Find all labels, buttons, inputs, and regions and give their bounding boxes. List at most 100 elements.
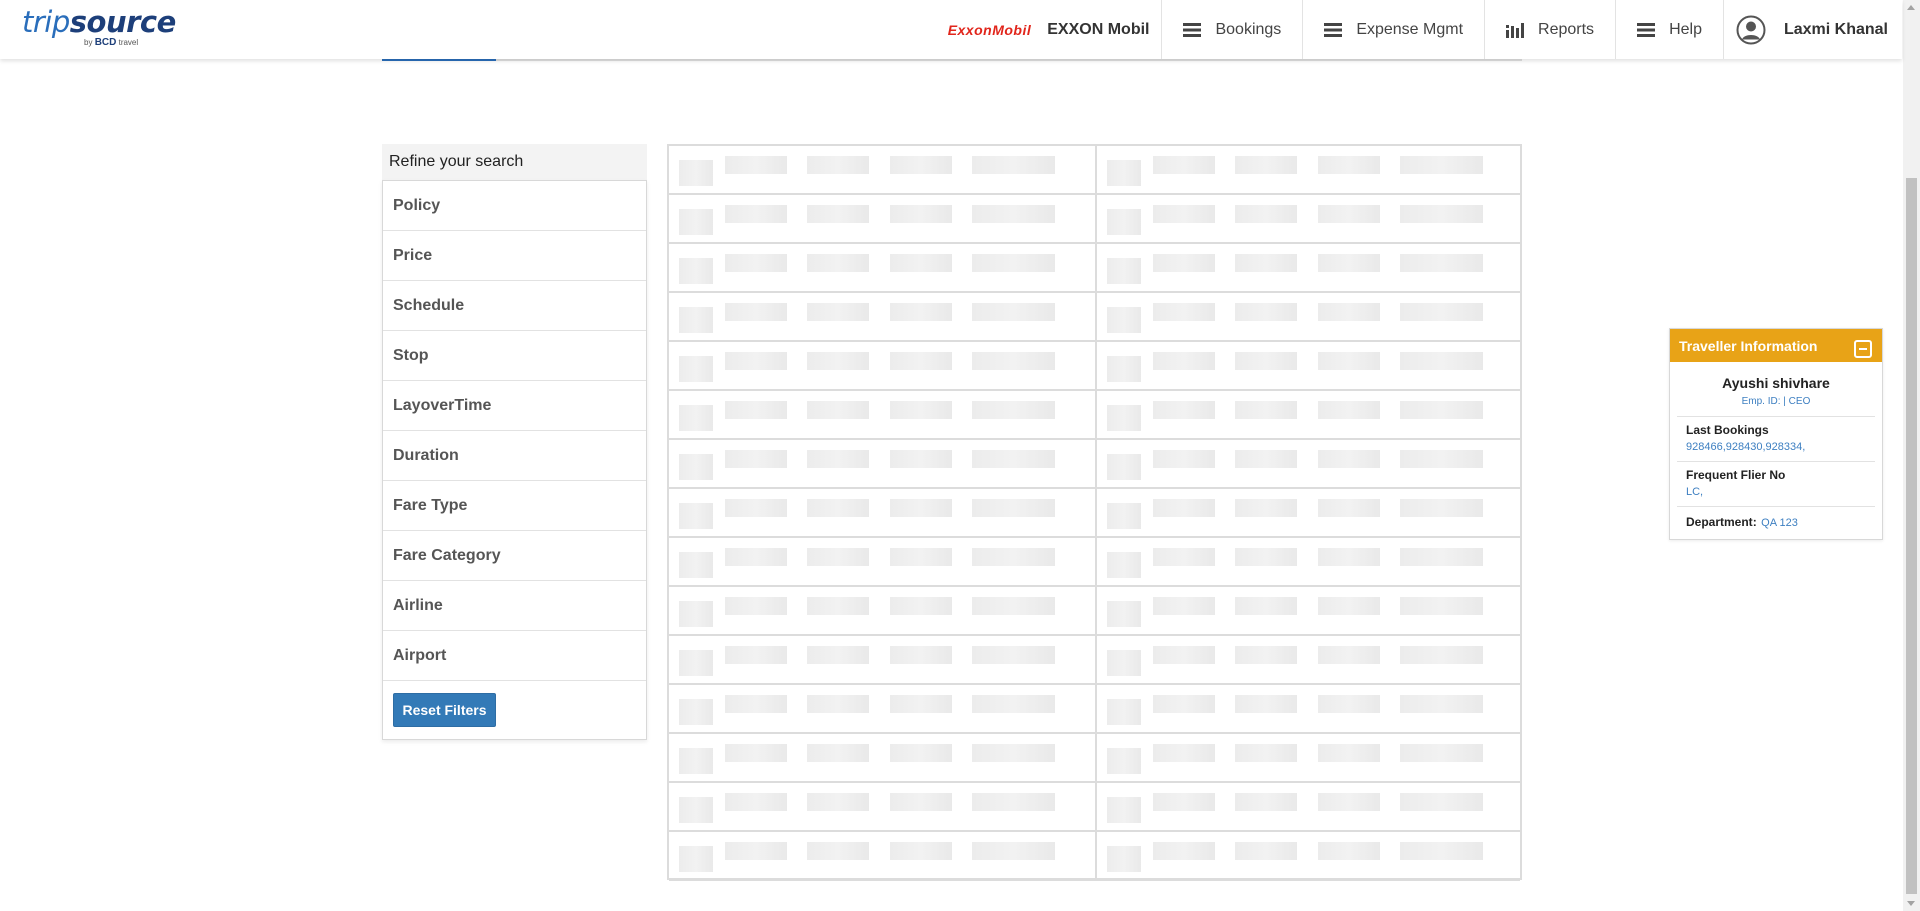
- skeleton-placeholder: [1318, 401, 1380, 419]
- scroll-up-arrow-icon[interactable]: [1907, 5, 1915, 10]
- filter-stop[interactable]: Stop: [383, 331, 646, 381]
- skeleton-placeholder: [725, 352, 787, 370]
- skeleton-placeholder: [1153, 793, 1215, 811]
- logo-sub-bcd: BCD: [94, 37, 117, 48]
- skeleton-row: [669, 783, 1520, 832]
- filter-duration[interactable]: Duration: [383, 431, 646, 481]
- company-name: EXXON Mobil: [1047, 20, 1150, 38]
- skeleton-placeholder: [1107, 160, 1141, 186]
- skeleton-placeholder: [890, 254, 952, 272]
- nav-bookings[interactable]: Bookings: [1162, 0, 1304, 59]
- nav-expense-mgmt[interactable]: Expense Mgmt: [1303, 0, 1486, 59]
- filter-price[interactable]: Price: [383, 231, 646, 281]
- menu-icon: [1637, 22, 1656, 38]
- skeleton-placeholder: [1318, 793, 1380, 811]
- user-menu[interactable]: Laxmi Khanal: [1724, 0, 1902, 59]
- skeleton-placeholder: [1400, 156, 1483, 174]
- skeleton-placeholder: [725, 695, 787, 713]
- skeleton-placeholder: [1400, 254, 1483, 272]
- skeleton-placeholder: [1235, 744, 1297, 762]
- skeleton-placeholder: [1235, 695, 1297, 713]
- skeleton-placeholder: [890, 352, 952, 370]
- skeleton-row: [669, 293, 1520, 342]
- skeleton-placeholder: [725, 842, 787, 860]
- skeleton-placeholder: [1400, 205, 1483, 223]
- skeleton-placeholder: [1400, 744, 1483, 762]
- collapse-icon[interactable]: [1854, 340, 1872, 358]
- tripsource-logo[interactable]: tripsource by BCD travel: [22, 6, 176, 48]
- nav-expense-mgmt-label: Expense Mgmt: [1356, 20, 1464, 38]
- scroll-down-arrow-icon[interactable]: [1907, 901, 1915, 906]
- skeleton-row: [669, 391, 1520, 440]
- skeleton-placeholder: [890, 793, 952, 811]
- page-scrollbar[interactable]: [1903, 0, 1920, 911]
- skeleton-placeholder: [1153, 303, 1215, 321]
- skeleton-placeholder: [807, 744, 869, 762]
- skeleton-placeholder: [1400, 793, 1483, 811]
- nav-reports[interactable]: Reports: [1485, 0, 1617, 59]
- skeleton-placeholder: [890, 303, 952, 321]
- reset-filters-button[interactable]: Reset Filters: [393, 693, 496, 727]
- skeleton-placeholder: [1107, 405, 1141, 431]
- filter-airline[interactable]: Airline: [383, 581, 646, 631]
- skeleton-placeholder: [1153, 646, 1215, 664]
- traveller-info-panel: Traveller Information Ayushi shivhare Em…: [1669, 328, 1883, 540]
- skeleton-placeholder: [1153, 352, 1215, 370]
- skeleton-placeholder: [807, 156, 869, 174]
- logo-sub-travel: travel: [118, 38, 139, 47]
- skeleton-placeholder: [679, 503, 713, 529]
- skeleton-placeholder: [1400, 450, 1483, 468]
- skeleton-placeholder: [890, 744, 952, 762]
- nav-help-label: Help: [1669, 20, 1702, 38]
- filter-fare-category[interactable]: Fare Category: [383, 531, 646, 581]
- skeleton-placeholder: [679, 258, 713, 284]
- skeleton-placeholder: [972, 499, 1055, 517]
- skeleton-placeholder: [725, 303, 787, 321]
- filter-schedule[interactable]: Schedule: [383, 281, 646, 331]
- skeleton-placeholder: [725, 401, 787, 419]
- skeleton-placeholder: [1318, 744, 1380, 762]
- skeleton-placeholder: [1107, 258, 1141, 284]
- skeleton-placeholder: [807, 303, 869, 321]
- skeleton-placeholder: [972, 450, 1055, 468]
- filter-layover-time[interactable]: LayoverTime: [383, 381, 646, 431]
- skeleton-placeholder: [890, 450, 952, 468]
- traveller-emp-id: Emp. ID: | CEO: [1741, 396, 1811, 407]
- skeleton-placeholder: [725, 156, 787, 174]
- skeleton-placeholder: [890, 401, 952, 419]
- skeleton-placeholder: [1107, 846, 1141, 872]
- scroll-thumb[interactable]: [1906, 178, 1917, 894]
- skeleton-placeholder: [1153, 597, 1215, 615]
- frequent-flier-value: LC,: [1686, 486, 1704, 498]
- skeleton-placeholder: [972, 352, 1055, 370]
- skeleton-placeholder: [1318, 303, 1380, 321]
- skeleton-placeholder: [1107, 552, 1141, 578]
- filter-fare-type[interactable]: Fare Type: [383, 481, 646, 531]
- skeleton-row: [669, 587, 1520, 636]
- refine-search-title: Refine your search: [382, 144, 647, 180]
- filter-policy[interactable]: Policy: [383, 181, 646, 231]
- nav-help[interactable]: Help: [1616, 0, 1724, 59]
- last-bookings-value[interactable]: 928466,928430,928334,: [1686, 441, 1866, 453]
- traveller-name: Ayushi shivhare: [1722, 375, 1830, 391]
- skeleton-placeholder: [1318, 205, 1380, 223]
- skeleton-placeholder: [972, 597, 1055, 615]
- skeleton-placeholder: [1400, 597, 1483, 615]
- user-name: Laxmi Khanal: [1783, 20, 1888, 38]
- skeleton-placeholder: [1153, 744, 1215, 762]
- main-nav: ExxonMobil EXXON Mobil Bookings Expense …: [948, 0, 1902, 59]
- skeleton-placeholder: [1107, 503, 1141, 529]
- skeleton-placeholder: [725, 744, 787, 762]
- skeleton-row: [669, 440, 1520, 489]
- skeleton-placeholder: [725, 254, 787, 272]
- skeleton-placeholder: [972, 254, 1055, 272]
- skeleton-row: [669, 489, 1520, 538]
- skeleton-placeholder: [1153, 450, 1215, 468]
- filter-airport[interactable]: Airport: [383, 631, 646, 681]
- skeleton-placeholder: [1235, 646, 1297, 664]
- skeleton-placeholder: [1235, 842, 1297, 860]
- skeleton-placeholder: [1235, 156, 1297, 174]
- skeleton-row: [669, 685, 1520, 734]
- skeleton-placeholder: [807, 499, 869, 517]
- menu-icon: [1324, 22, 1343, 38]
